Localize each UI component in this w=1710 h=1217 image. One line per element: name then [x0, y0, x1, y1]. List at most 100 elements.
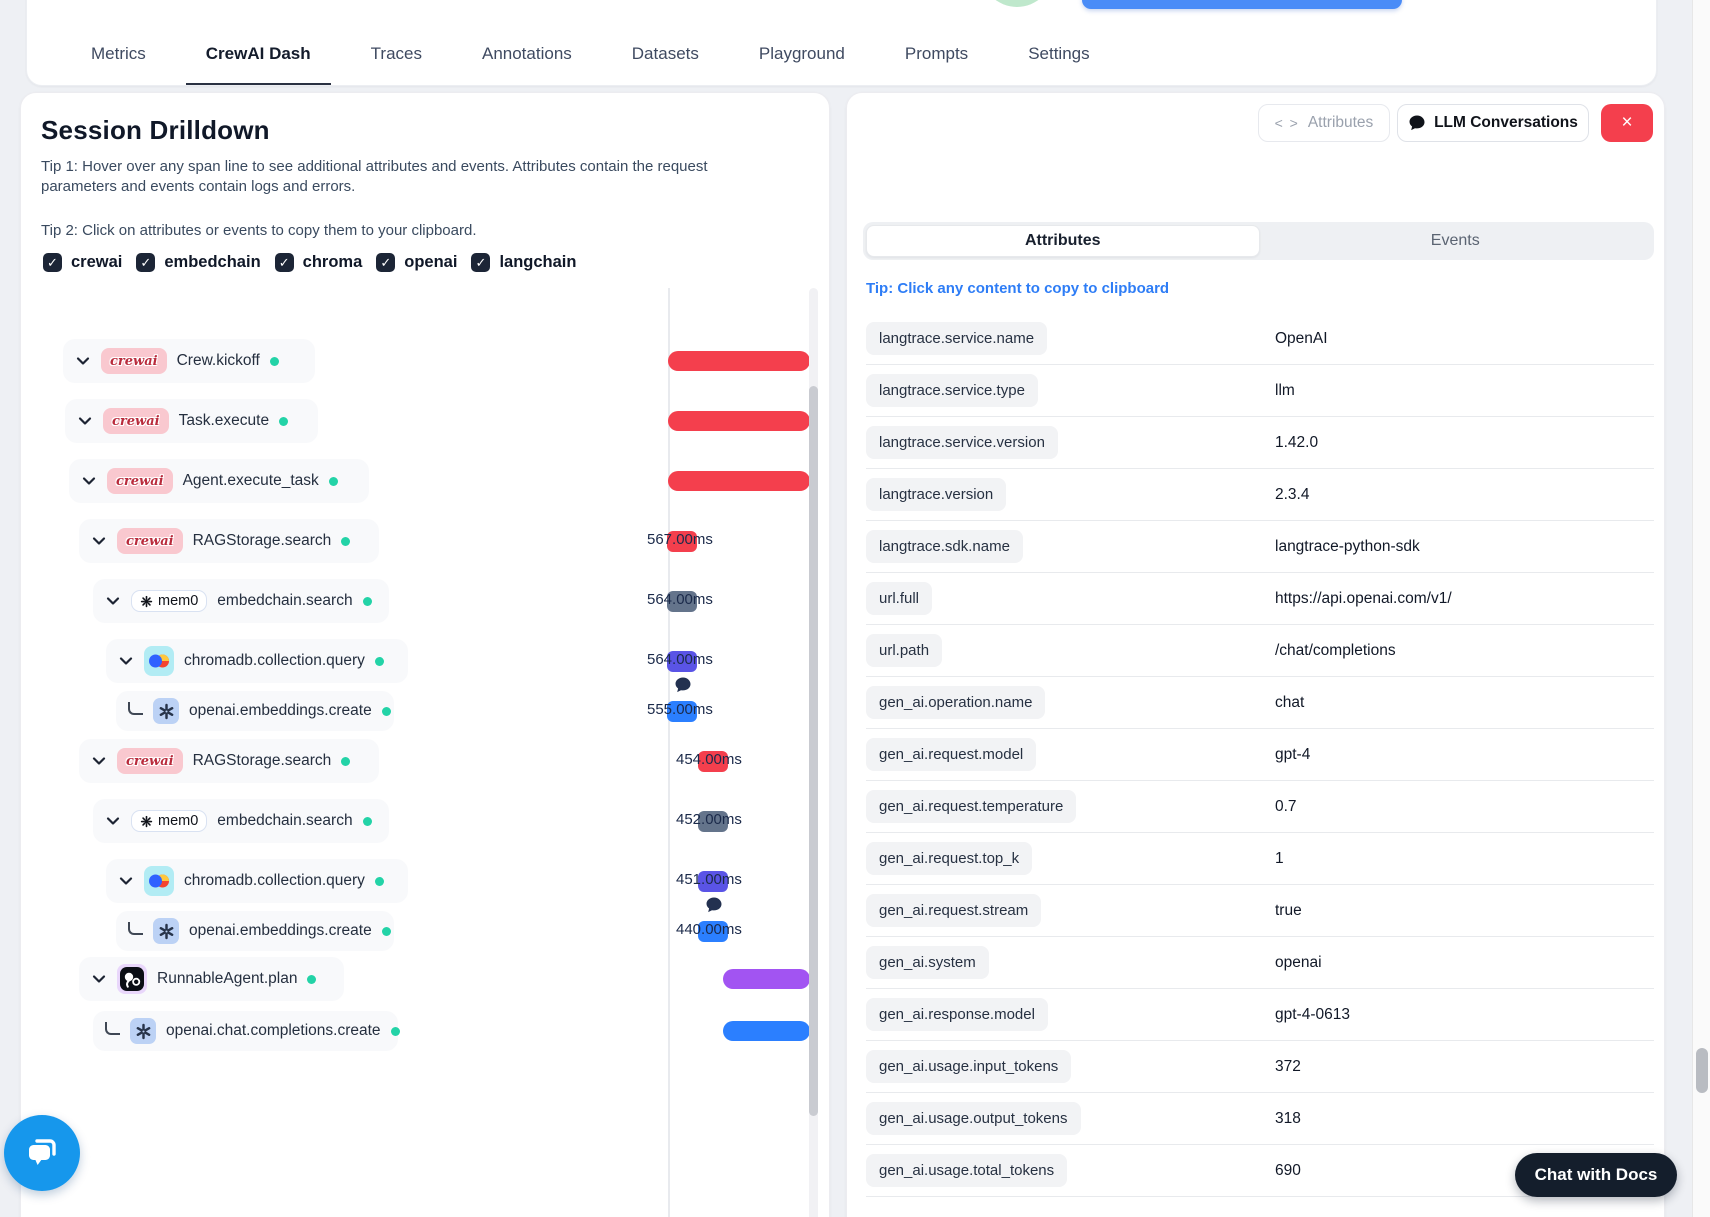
- attribute-key[interactable]: gen_ai.request.model: [866, 738, 1037, 771]
- chevron-down-icon[interactable]: [105, 593, 121, 609]
- attribute-row: gen_ai.request.model gpt-4: [866, 729, 1654, 781]
- attribute-key[interactable]: gen_ai.operation.name: [866, 686, 1046, 719]
- span-row-chromadb-collection-query[interactable]: chromadb.collection.query: [106, 639, 408, 683]
- span-duration-bar[interactable]: [668, 351, 810, 371]
- span-row-agent-execute-task[interactable]: crewai Agent.execute_task: [69, 459, 369, 503]
- nav-tab-playground[interactable]: Playground: [739, 25, 865, 85]
- nav-tab-settings[interactable]: Settings: [1008, 25, 1109, 85]
- attribute-row: langtrace.version 2.3.4: [866, 469, 1654, 521]
- chevron-down-icon[interactable]: [105, 813, 121, 829]
- span-name: RAGStorage.search: [192, 752, 332, 769]
- attribute-key[interactable]: langtrace.service.version: [866, 426, 1058, 459]
- checkbox-langchain[interactable]: ✓: [471, 253, 491, 272]
- top-bar: Get more FREE credits for feedback » Met…: [26, 0, 1657, 86]
- span-row-openai-embeddings-create[interactable]: openai.embeddings.create: [116, 911, 394, 951]
- chevron-down-icon[interactable]: [81, 473, 97, 489]
- page-scrollbar-thumb[interactable]: [1696, 1048, 1708, 1093]
- chat-with-docs-button[interactable]: Chat with Docs: [1515, 1153, 1677, 1197]
- nav-tab-annotations[interactable]: Annotations: [462, 25, 592, 85]
- attribute-key[interactable]: langtrace.service.type: [866, 374, 1038, 407]
- attribute-key[interactable]: langtrace.version: [866, 478, 1007, 511]
- tab-events[interactable]: Events: [1260, 225, 1652, 257]
- tab-attributes[interactable]: Attributes: [866, 225, 1260, 257]
- close-button[interactable]: ×: [1601, 104, 1653, 142]
- checkbox-chroma[interactable]: ✓: [274, 253, 294, 272]
- attribute-value[interactable]: /chat/completions: [1275, 642, 1396, 660]
- chevron-down-icon[interactable]: [118, 653, 134, 669]
- avatar[interactable]: [981, 0, 1053, 7]
- attribute-value[interactable]: 690: [1275, 1162, 1301, 1180]
- span-duration-bar[interactable]: [668, 411, 810, 431]
- checkbox-crewai[interactable]: ✓: [43, 253, 62, 272]
- attribute-key[interactable]: gen_ai.usage.total_tokens: [866, 1154, 1068, 1187]
- attribute-key[interactable]: gen_ai.response.model: [866, 998, 1048, 1031]
- attribute-value[interactable]: 1: [1275, 850, 1284, 868]
- chevron-down-icon[interactable]: [75, 353, 91, 369]
- attribute-key[interactable]: langtrace.sdk.name: [866, 530, 1023, 563]
- chat-widget-button[interactable]: [4, 1115, 80, 1191]
- span-duration-bar[interactable]: [723, 969, 810, 989]
- chevron-down-icon[interactable]: [91, 753, 107, 769]
- span-row-task-execute[interactable]: crewai Task.execute: [65, 399, 318, 443]
- span-tree-scrollbar-thumb[interactable]: [809, 386, 818, 1116]
- crewai-logo-icon: crewai: [117, 528, 183, 554]
- page-scrollbar[interactable]: [1692, 0, 1710, 1217]
- chevron-down-icon[interactable]: [77, 413, 93, 429]
- span-row-ragstorage-search[interactable]: crewai RAGStorage.search: [79, 519, 379, 563]
- attribute-value[interactable]: 0.7: [1275, 798, 1297, 816]
- attribute-key[interactable]: gen_ai.usage.input_tokens: [866, 1050, 1072, 1083]
- span-row-embedchain-search[interactable]: mem0 embedchain.search: [93, 799, 389, 843]
- span-row-chromadb-collection-query[interactable]: chromadb.collection.query: [106, 859, 408, 903]
- attribute-key[interactable]: gen_ai.system: [866, 946, 989, 979]
- attribute-value[interactable]: gpt-4: [1275, 746, 1310, 764]
- span-row-openai-embeddings-create[interactable]: openai.embeddings.create: [116, 691, 394, 731]
- attribute-key[interactable]: url.path: [866, 634, 943, 667]
- nav-tab-metrics[interactable]: Metrics: [71, 25, 166, 85]
- attribute-value[interactable]: 1.42.0: [1275, 434, 1318, 452]
- attribute-value[interactable]: true: [1275, 902, 1302, 920]
- span-name: chromadb.collection.query: [184, 652, 365, 669]
- nav-tab-traces[interactable]: Traces: [351, 25, 442, 85]
- span-name: Crew.kickoff: [176, 352, 260, 369]
- chevron-down-icon[interactable]: [118, 873, 134, 889]
- attribute-value[interactable]: https://api.openai.com/v1/: [1275, 590, 1452, 608]
- llm-call-bubble-icon[interactable]: [705, 896, 723, 914]
- attribute-value[interactable]: chat: [1275, 694, 1304, 712]
- span-row-runnableagent-plan[interactable]: RunnableAgent.plan: [79, 957, 344, 1001]
- filter-langchain: ✓ langchain: [471, 253, 576, 272]
- span-duration-bar[interactable]: [668, 471, 810, 491]
- attribute-key[interactable]: gen_ai.request.top_k: [866, 842, 1033, 875]
- attribute-key[interactable]: url.full: [866, 582, 933, 615]
- attribute-key[interactable]: langtrace.service.name: [866, 322, 1048, 355]
- attribute-key[interactable]: gen_ai.usage.output_tokens: [866, 1102, 1081, 1135]
- attributes-table: langtrace.service.name OpenAI langtrace.se…: [866, 313, 1654, 1197]
- status-dot: [328, 476, 338, 486]
- nav-tab-crewai-dash[interactable]: CrewAI Dash: [185, 25, 331, 85]
- checkbox-embedchain[interactable]: ✓: [136, 253, 156, 272]
- attribute-value[interactable]: gpt-4-0613: [1275, 1006, 1350, 1024]
- chevron-down-icon[interactable]: [91, 971, 107, 987]
- checkbox-openai[interactable]: ✓: [376, 253, 396, 272]
- attribute-value[interactable]: openai: [1275, 954, 1322, 972]
- span-row-embedchain-search[interactable]: mem0 embedchain.search: [93, 579, 389, 623]
- attribute-value[interactable]: 2.3.4: [1275, 486, 1309, 504]
- attribute-value[interactable]: 372: [1275, 1058, 1301, 1076]
- attribute-key[interactable]: gen_ai.request.temperature: [866, 790, 1077, 823]
- span-row-openai-chat-completions-create[interactable]: openai.chat.completions.create: [93, 1011, 400, 1051]
- attribute-value[interactable]: 318: [1275, 1110, 1301, 1128]
- attribute-value[interactable]: OpenAI: [1275, 330, 1328, 348]
- span-duration-bar[interactable]: [723, 1021, 810, 1041]
- filter-label: embedchain: [164, 253, 261, 271]
- nav-tab-datasets[interactable]: Datasets: [612, 25, 719, 85]
- credits-button[interactable]: Get more FREE credits for feedback »: [1082, 0, 1402, 9]
- span-row-crew-kickoff[interactable]: crewai Crew.kickoff: [63, 339, 315, 383]
- attribute-value[interactable]: llm: [1275, 382, 1295, 400]
- span-row-ragstorage-search[interactable]: crewai RAGStorage.search: [79, 739, 379, 783]
- llm-conversations-button[interactable]: LLM Conversations: [1397, 104, 1589, 142]
- nav-tab-prompts[interactable]: Prompts: [885, 25, 988, 85]
- llm-call-bubble-icon[interactable]: [674, 676, 692, 694]
- attribute-key[interactable]: gen_ai.request.stream: [866, 894, 1042, 927]
- attribute-value[interactable]: langtrace-python-sdk: [1275, 538, 1420, 556]
- chevron-down-icon[interactable]: [91, 533, 107, 549]
- attributes-toggle-button[interactable]: < > Attributes: [1258, 104, 1390, 142]
